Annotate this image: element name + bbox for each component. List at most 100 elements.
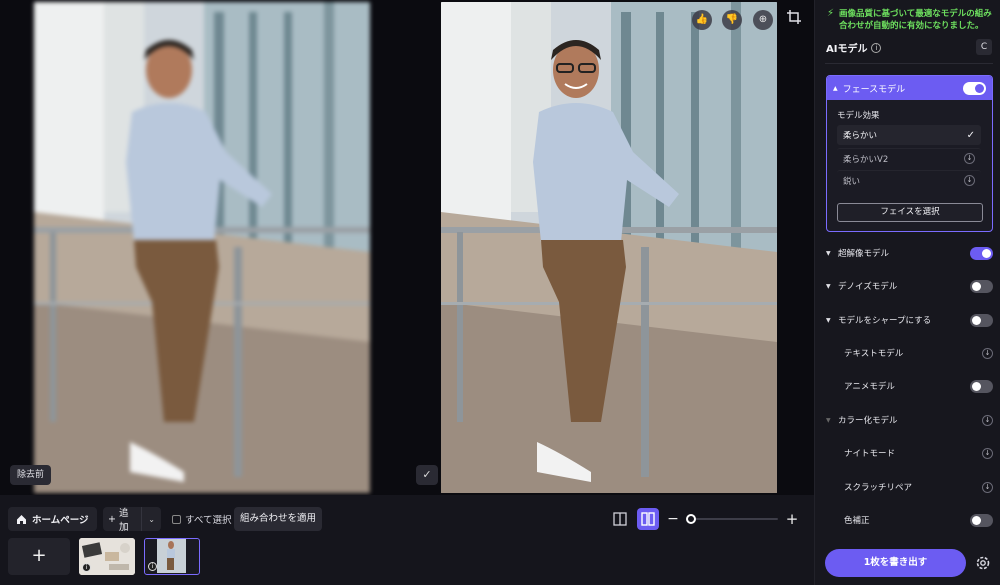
thumbs-down-button[interactable]: 👎 bbox=[722, 10, 742, 30]
expand-triangle-icon: ▼ bbox=[826, 249, 831, 257]
download-icon[interactable]: ↓ bbox=[982, 481, 993, 493]
expand-triangle-icon: ▼ bbox=[826, 416, 831, 424]
thumbnail-1[interactable]: i bbox=[79, 538, 135, 575]
thumbs-up-button[interactable]: 👍 bbox=[692, 10, 712, 30]
lightning-icon: ⚡ bbox=[827, 8, 835, 19]
color-correction-toggle[interactable] bbox=[970, 513, 993, 527]
model-label: アニメモデル bbox=[844, 382, 895, 392]
model-label: 色補正 bbox=[844, 516, 870, 526]
download-icon[interactable]: ↓ bbox=[964, 175, 975, 186]
notice-text: 画像品質に基づいて最適なモデルの組み合わせが自動的に有効になりました。 bbox=[839, 9, 992, 31]
face-model-header[interactable]: ▲ フェースモデル bbox=[827, 76, 992, 100]
thumbnail-2-selected[interactable]: i bbox=[144, 538, 200, 575]
face-option-label: 柔らかいV2 bbox=[843, 154, 889, 165]
model-label: テキストモデル bbox=[844, 349, 904, 359]
apply-combination-button[interactable]: 組み合わせを適用 bbox=[234, 507, 323, 531]
model-row-denoise[interactable]: ▼ デノイズモデル bbox=[826, 275, 993, 297]
model-label: 超解像モデル bbox=[838, 249, 890, 259]
expand-triangle-icon: ▼ bbox=[826, 316, 831, 324]
sharpen-toggle[interactable] bbox=[970, 313, 993, 327]
zoom-slider-thumb[interactable] bbox=[686, 514, 696, 524]
before-label: 除去前 bbox=[10, 465, 52, 485]
crop-icon bbox=[787, 10, 801, 24]
home-label: ホームページ bbox=[32, 515, 89, 526]
zoom-in-toolbar-button[interactable]: + bbox=[785, 509, 799, 529]
reset-button[interactable]: C bbox=[976, 39, 992, 55]
face-model-title: フェースモデル bbox=[842, 84, 906, 95]
home-button[interactable]: ホームページ bbox=[8, 507, 97, 531]
bottom-toolbar: ホームページ + 追加 ⌄ すべて選択 組み合わせを適用 − + + i i bbox=[0, 495, 814, 585]
preview-area: 除去前 ✓ 👍 👎 ⊕ bbox=[0, 0, 814, 495]
zoom-in-button[interactable]: ⊕ bbox=[753, 10, 773, 30]
info-icon[interactable]: i bbox=[871, 42, 882, 53]
thumbs-up-icon: 👍 bbox=[695, 14, 709, 25]
single-view-button[interactable] bbox=[610, 509, 630, 529]
before-photo-illustration bbox=[34, 2, 370, 493]
select-face-button[interactable]: フェイスを選択 bbox=[837, 203, 983, 222]
ai-model-title: AIモデル bbox=[826, 44, 868, 55]
side-by-side-view-button[interactable] bbox=[637, 508, 659, 530]
add-label: 追加 bbox=[118, 508, 129, 533]
confirm-check-button[interactable]: ✓ bbox=[416, 465, 438, 485]
thumbs-down-icon: 👎 bbox=[725, 14, 739, 25]
download-icon[interactable]: ↓ bbox=[964, 153, 975, 164]
face-option-sharp[interactable]: 鋭い ↓ bbox=[837, 170, 981, 190]
model-row-anime[interactable]: アニメモデル bbox=[826, 375, 993, 397]
download-icon[interactable]: ↓ bbox=[982, 414, 993, 426]
model-row-colorize[interactable]: ▼ カラー化モデル ↓ bbox=[826, 409, 993, 431]
super-resolution-toggle[interactable] bbox=[970, 246, 993, 260]
model-label: デノイズモデル bbox=[838, 282, 898, 292]
face-option-label: 柔らかい bbox=[843, 131, 878, 141]
add-image-button[interactable]: + bbox=[8, 538, 70, 575]
side-by-side-icon bbox=[641, 512, 655, 526]
crop-button[interactable] bbox=[784, 10, 804, 30]
thumbnail-1-info-icon: i bbox=[82, 563, 91, 572]
zoom-out-button[interactable]: − bbox=[667, 509, 679, 529]
model-label: モデルをシャープにする bbox=[838, 316, 932, 326]
chevron-down-icon: ⌄ bbox=[148, 514, 155, 524]
face-model-card: ▲ フェースモデル モデル効果 柔らかい ✓ 柔らかいV2 ↓ 鋭い ↓ フェイ… bbox=[826, 75, 993, 232]
zoom-slider-track[interactable] bbox=[690, 518, 778, 520]
plus-icon: + bbox=[108, 513, 116, 525]
face-option-label: 鋭い bbox=[843, 176, 861, 187]
settings-button[interactable] bbox=[974, 554, 992, 572]
collapse-triangle-icon: ▲ bbox=[833, 84, 838, 92]
download-icon[interactable]: ↓ bbox=[982, 347, 993, 359]
check-icon: ✓ bbox=[422, 468, 432, 481]
ai-model-heading: AIモデル i bbox=[826, 40, 882, 55]
model-label: スクラッチリペア bbox=[844, 483, 913, 493]
add-button-group: + 追加 ⌄ bbox=[103, 507, 161, 533]
denoise-toggle[interactable] bbox=[970, 279, 993, 293]
after-photo-illustration bbox=[441, 2, 777, 493]
face-option-soft-v2[interactable]: 柔らかいV2 ↓ bbox=[837, 148, 981, 168]
zoom-in-icon: ⊕ bbox=[758, 14, 768, 25]
expand-triangle-icon: ▼ bbox=[826, 282, 831, 290]
split-view-icon bbox=[613, 512, 627, 526]
anime-toggle[interactable] bbox=[970, 379, 993, 393]
auto-enable-notice: ⚡ 画像品質に基づいて最適なモデルの組み合わせが自動的に有効になりました。 bbox=[827, 8, 997, 32]
select-all-label: すべて選択 bbox=[185, 515, 232, 526]
export-button[interactable]: 1枚を書き出す bbox=[825, 549, 966, 577]
model-row-super-resolution[interactable]: ▼ 超解像モデル bbox=[826, 242, 993, 264]
model-row-text[interactable]: テキストモデル ↓ bbox=[826, 342, 993, 364]
before-image bbox=[34, 2, 370, 493]
after-image bbox=[441, 2, 777, 493]
ai-model-panel: ⚡ 画像品質に基づいて最適なモデルの組み合わせが自動的に有効になりました。 AI… bbox=[814, 0, 1000, 585]
model-row-scratch-repair[interactable]: スクラッチリペア ↓ bbox=[826, 476, 993, 498]
face-model-toggle[interactable] bbox=[963, 82, 986, 95]
model-row-night-mode[interactable]: ナイトモード ↓ bbox=[826, 442, 993, 464]
checkbox-icon bbox=[172, 514, 181, 524]
face-option-soft[interactable]: 柔らかい ✓ bbox=[837, 125, 981, 145]
check-icon: ✓ bbox=[966, 129, 975, 141]
model-label: ナイトモード bbox=[844, 449, 896, 459]
model-row-color-correction[interactable]: 色補正 bbox=[826, 509, 993, 531]
select-all-checkbox[interactable]: すべて選択 bbox=[172, 507, 231, 531]
thumbnail-2-info-icon: i bbox=[148, 562, 157, 571]
home-icon bbox=[17, 514, 26, 524]
panel-divider bbox=[825, 63, 993, 64]
gear-icon bbox=[976, 556, 990, 570]
add-dropdown-button[interactable]: ⌄ bbox=[142, 515, 161, 524]
download-icon[interactable]: ↓ bbox=[982, 447, 993, 459]
add-button[interactable]: + 追加 bbox=[103, 507, 143, 533]
model-row-sharpen[interactable]: ▼ モデルをシャープにする bbox=[826, 309, 993, 331]
